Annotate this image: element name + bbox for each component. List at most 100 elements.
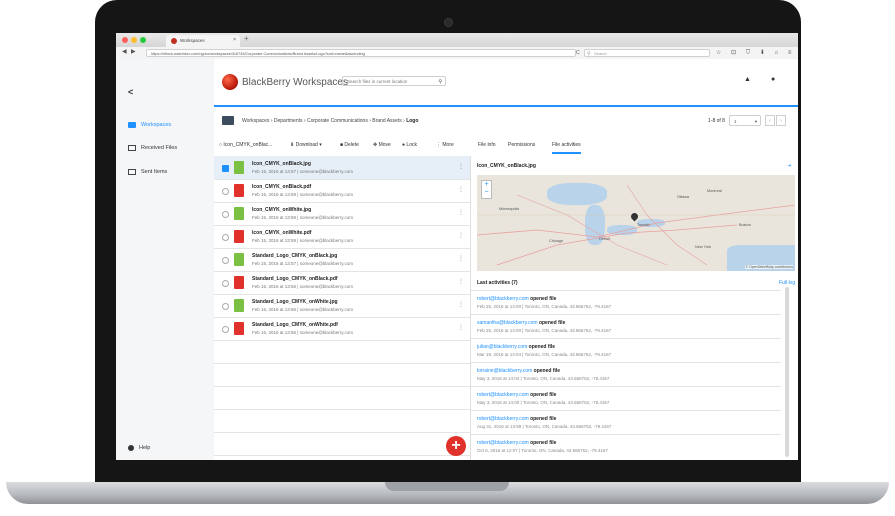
download-button[interactable]: ⬇ Download ▾ — [290, 142, 322, 148]
row-more-icon[interactable]: ⋮ — [458, 232, 464, 239]
breadcrumb-workspaces[interactable]: Workspaces — [242, 118, 269, 124]
move-button[interactable]: ✥ Move — [373, 142, 391, 148]
activity-user-link[interactable]: lorraine@blackberry.com — [477, 368, 532, 374]
collapse-sidebar-button[interactable]: < — [128, 87, 133, 97]
breadcrumb-current: Logo — [406, 118, 419, 124]
full-log-link[interactable]: Full log — [779, 280, 795, 286]
file-row[interactable]: Icon_CMYK_onBlack.pdf Feb 15, 2016 at 13:… — [214, 179, 470, 203]
row-checkbox[interactable] — [222, 280, 229, 287]
lock-button[interactable]: ● Lock — [402, 142, 417, 148]
activity-user-link[interactable]: robert@blackberry.com — [477, 440, 529, 446]
file-row[interactable]: Icon_CMYK_onWhite.pdf Feb 15, 2016 at 13:… — [214, 225, 470, 249]
last-activities-heading: Last activities (7) — [477, 280, 518, 286]
file-name: Standard_Logo_CMYK_onBlack.pdf — [252, 276, 338, 282]
tab-file-info[interactable]: File info — [478, 142, 496, 148]
row-more-icon[interactable]: ⋮ — [458, 163, 464, 170]
row-checkbox[interactable] — [222, 211, 229, 218]
map-zoom-control[interactable]: + − — [481, 180, 492, 199]
delete-button[interactable]: ■ Delete — [340, 142, 359, 148]
activity-user-link[interactable]: samantha@blackberry.com — [477, 320, 538, 326]
browser-tab[interactable]: Workspaces × — [166, 35, 240, 47]
breadcrumb-separator: › — [303, 118, 306, 124]
file-row[interactable]: Standard_Logo_CMYK_onBlack.jpg Feb 15, 20… — [214, 248, 470, 272]
row-more-icon[interactable]: ⋮ — [458, 255, 464, 262]
sidebar-item-help[interactable]: Help — [128, 445, 150, 451]
page-number: 1 — [734, 119, 737, 124]
close-window-button[interactable] — [122, 37, 128, 43]
page-select[interactable]: 1 ▾ — [729, 115, 761, 126]
more-button[interactable]: ⋮ More — [436, 142, 454, 148]
browser-search-input[interactable]: ⚲ Search — [584, 49, 710, 57]
zoom-in-button[interactable]: + — [482, 181, 491, 189]
url-bar[interactable]: https://citlock.watchdox.com/ngdox/works… — [146, 49, 576, 57]
activity-item: julian@blackberry.com opened file Mar 19,… — [471, 338, 781, 363]
row-more-icon[interactable]: ⋮ — [458, 324, 464, 331]
row-checkbox[interactable] — [222, 234, 229, 241]
file-row[interactable]: Icon_CMYK_onWhite.jpg Feb 15, 2016 at 13:… — [214, 202, 470, 226]
activity-user-link[interactable]: julian@blackberry.com — [477, 344, 527, 350]
minimize-window-button[interactable] — [131, 37, 137, 43]
row-checkbox[interactable] — [222, 257, 229, 264]
breadcrumb-corporate-communications[interactable]: Corporate Communications — [307, 118, 368, 124]
map-city-label: Detroit — [599, 237, 611, 241]
file-name: Standard_Logo_CMYK_onBlack.jpg — [252, 253, 338, 259]
row-more-icon[interactable]: ⋮ — [458, 186, 464, 193]
lock-icon: ● — [402, 142, 406, 148]
row-more-icon[interactable]: ⋮ — [458, 278, 464, 285]
row-checkbox[interactable] — [222, 326, 229, 333]
tab-permissions[interactable]: Permissions — [508, 142, 535, 148]
sidebar-item-workspaces[interactable]: Workspaces — [128, 122, 171, 128]
user-menu-icon[interactable]: ● — [771, 76, 775, 83]
sidebar-item-sent-items[interactable]: Sent Items — [128, 169, 167, 175]
row-checkbox[interactable] — [222, 303, 229, 310]
next-page-button[interactable]: › — [776, 115, 786, 126]
sent-icon — [128, 169, 136, 175]
sidebar-item-received-files[interactable]: Received Files — [128, 145, 177, 151]
map-attribution[interactable]: © OpenStreetMap contributors — [745, 265, 793, 269]
breadcrumb-brand-assets[interactable]: Brand Assets — [372, 118, 401, 124]
activity-user-link[interactable]: robert@blackberry.com — [477, 296, 529, 302]
browser-toolbar-icons[interactable]: ☆ ⊡ ⛉ ⬇ ⌂ ≡ — [716, 49, 795, 57]
activity-detail: Mar 19, 2016 at 14:04 | Toronto, ON, Can… — [477, 352, 612, 357]
close-tab-icon[interactable]: × — [233, 37, 236, 43]
move-icon: ✥ — [373, 142, 378, 148]
row-more-icon[interactable]: ⋮ — [458, 301, 464, 308]
new-tab-button[interactable]: + — [244, 34, 249, 43]
trash-icon: ■ — [340, 142, 344, 148]
selection-label[interactable]: ○ Icon_CMYK_onBlac... — [219, 142, 272, 148]
camera — [444, 18, 453, 27]
pdf-file-icon — [234, 230, 244, 243]
sidebar-item-label: Sent Items — [141, 169, 168, 175]
tab-file-activities[interactable]: File activities — [552, 142, 581, 154]
prev-page-button[interactable]: ‹ — [765, 115, 775, 126]
file-row[interactable]: Icon_CMYK_onBlack.jpg Feb 15, 2016 at 13:… — [214, 156, 470, 180]
location-map[interactable]: + − Montreal Ottawa Toronto Minneapolis … — [477, 175, 795, 271]
expand-pane-icon[interactable]: ⇥ — [787, 163, 791, 169]
activity-item: lorraine@blackberry.com opened file May 3… — [471, 362, 781, 387]
breadcrumb-departments[interactable]: Departments — [274, 118, 303, 124]
zoom-out-button[interactable]: − — [482, 189, 491, 197]
activity-verb: opened file — [530, 392, 557, 398]
search-icon[interactable]: ⚲ — [438, 77, 442, 87]
forward-icon[interactable]: ▶ — [131, 48, 136, 55]
reload-icon[interactable]: C — [576, 50, 580, 56]
activity-user-link[interactable]: robert@blackberry.com — [477, 392, 529, 398]
row-checkbox[interactable] — [222, 165, 229, 172]
activity-scrollbar[interactable] — [785, 287, 789, 457]
sidebar: < Workspaces Received Files Sent Items H… — [116, 59, 215, 460]
activity-item: robert@blackberry.com opened file Aug 31,… — [471, 410, 781, 435]
add-button[interactable]: + — [446, 436, 466, 456]
activity-user-link[interactable]: robert@blackberry.com — [477, 416, 529, 422]
notifications-bell-icon[interactable]: ▲ — [744, 76, 751, 83]
file-row[interactable]: Standard_Logo_CMYK_onBlack.pdf Feb 15, 20… — [214, 271, 470, 295]
row-more-icon[interactable]: ⋮ — [458, 209, 464, 216]
row-checkbox[interactable] — [222, 188, 229, 195]
back-icon[interactable]: ◀ — [122, 48, 127, 55]
breadcrumb: Workspaces › Departments › Corporate Com… — [242, 118, 418, 124]
activity-verb: opened file — [530, 296, 557, 302]
file-search-input[interactable]: Search files in current location ⚲ — [342, 76, 446, 86]
activity-detail: May 3, 2016 at 14:04 | Toronto, ON, Cana… — [477, 376, 610, 381]
maximize-window-button[interactable] — [140, 37, 146, 43]
file-row[interactable]: Standard_Logo_CMYK_onWhite.pdf Feb 15, 20… — [214, 317, 470, 341]
file-row[interactable]: Standard_Logo_CMYK_onWhite.jpg Feb 15, 20… — [214, 294, 470, 318]
